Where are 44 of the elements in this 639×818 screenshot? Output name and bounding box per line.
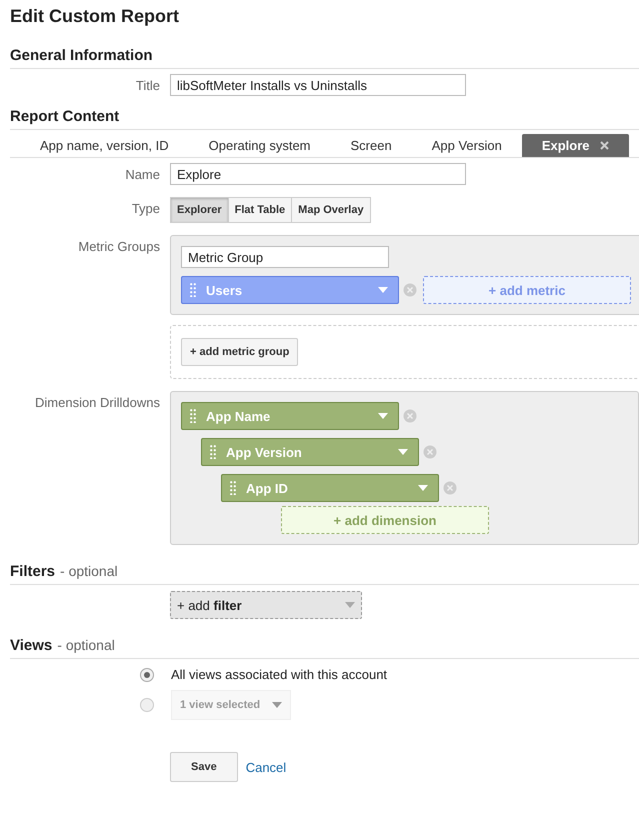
name-field[interactable]: Explore bbox=[170, 163, 466, 185]
optional-note: - optional bbox=[60, 563, 118, 579]
field-label: Dimension Drilldowns bbox=[34, 394, 161, 410]
title-field[interactable]: libSoftMeter Installs vs Uninstalls bbox=[170, 74, 466, 96]
optional-note: - optional bbox=[57, 637, 115, 653]
remove-icon[interactable] bbox=[443, 481, 457, 495]
remove-icon[interactable] bbox=[423, 445, 437, 459]
grip-icon[interactable] bbox=[190, 409, 196, 423]
metric-group-name-field[interactable]: Metric Group bbox=[181, 246, 389, 268]
field-label: Name bbox=[124, 166, 161, 182]
remove-icon[interactable] bbox=[403, 283, 417, 297]
caret-icon bbox=[378, 287, 388, 293]
report-tab[interactable]: App Version bbox=[412, 134, 522, 157]
radio-label: All views associated with this account bbox=[171, 667, 388, 682]
caret-icon bbox=[272, 702, 282, 708]
close-icon[interactable] bbox=[600, 141, 608, 150]
report-tab[interactable]: App name, version, ID bbox=[20, 134, 189, 157]
radio-button[interactable] bbox=[140, 668, 154, 682]
caret-icon bbox=[378, 413, 388, 419]
field-label: Title bbox=[134, 77, 161, 93]
grip-icon[interactable] bbox=[210, 445, 216, 459]
type-toggle[interactable]: Flat Table bbox=[228, 197, 292, 223]
add-metric-group-button[interactable]: + add metric group bbox=[181, 338, 298, 366]
type-toggle[interactable]: Explorer bbox=[170, 197, 229, 223]
caret-icon bbox=[345, 602, 355, 608]
grip-icon[interactable] bbox=[230, 481, 236, 495]
page-title: Edit Custom Report bbox=[10, 6, 180, 27]
report-tab[interactable]: Operating system bbox=[188, 134, 330, 157]
section-heading: Report Content bbox=[10, 108, 120, 125]
section-heading: Filters bbox=[10, 563, 56, 580]
save-button[interactable]: Save bbox=[170, 752, 238, 782]
caret-icon bbox=[398, 449, 408, 455]
field-label: Metric Groups bbox=[77, 238, 161, 254]
caret-icon bbox=[418, 485, 428, 491]
report-tab[interactable]: Explore bbox=[522, 134, 628, 157]
report-tab[interactable]: Screen bbox=[330, 134, 412, 157]
remove-icon[interactable] bbox=[403, 409, 417, 423]
cancel-link[interactable]: Cancel bbox=[246, 760, 286, 774]
add-filter-dropdown[interactable]: + add filter bbox=[170, 591, 362, 619]
field-label: Type bbox=[130, 200, 161, 216]
section-heading: Views bbox=[10, 637, 52, 654]
section-heading: General Information bbox=[10, 47, 153, 64]
type-toggle[interactable]: Map Overlay bbox=[291, 197, 371, 223]
grip-icon[interactable] bbox=[190, 283, 196, 297]
